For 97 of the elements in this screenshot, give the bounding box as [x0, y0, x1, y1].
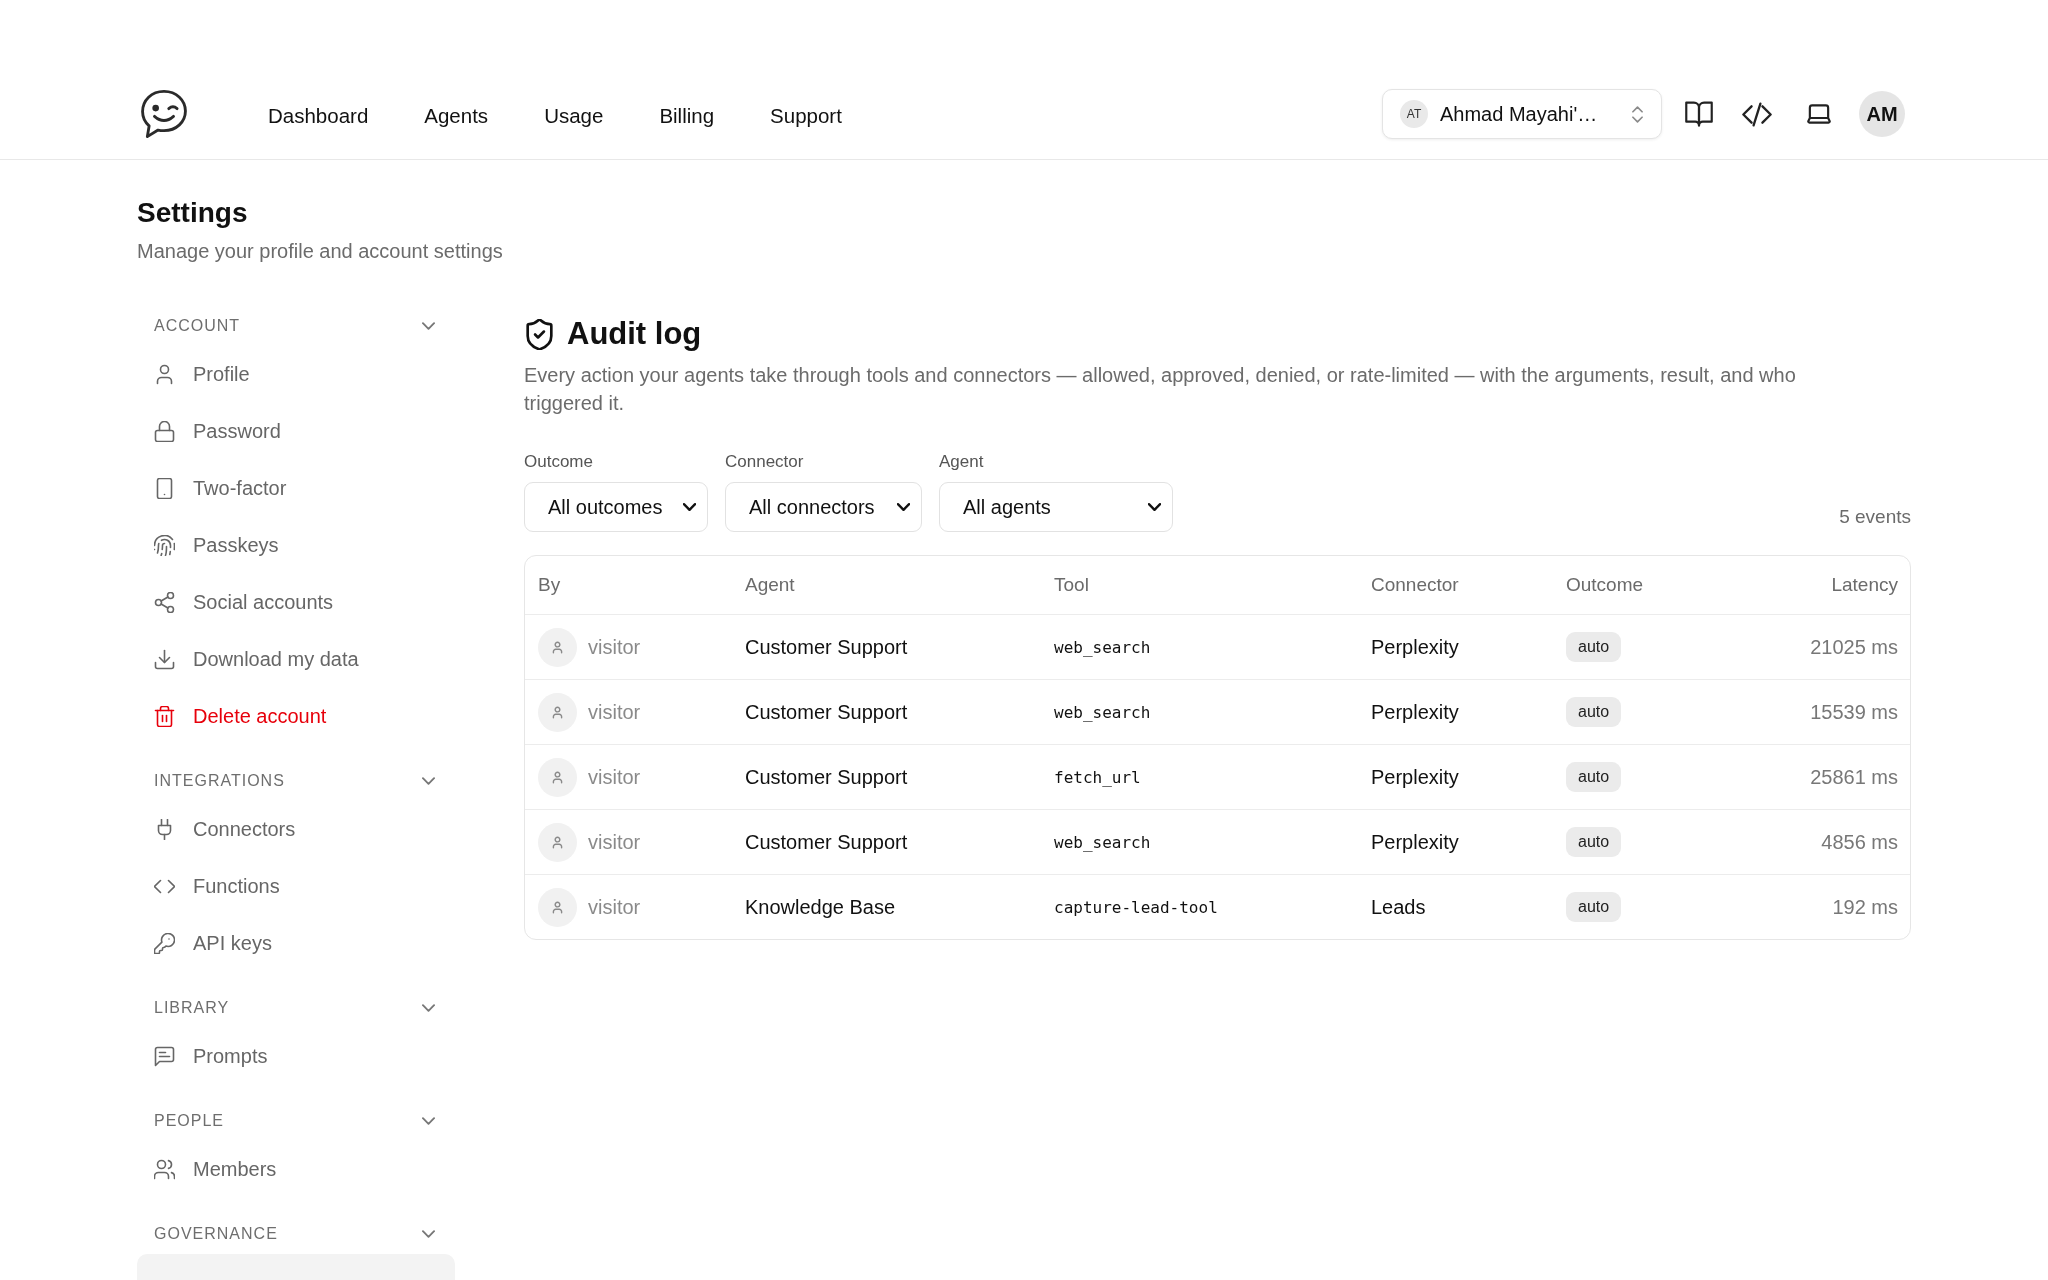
section-toggle[interactable]: LIBRARY	[137, 996, 455, 1020]
table-cell: Perplexity	[1371, 700, 1459, 724]
workspace-name: Ahmad Mayahi'…	[1440, 102, 1598, 126]
share-icon	[154, 592, 175, 613]
person-avatar-icon	[538, 692, 577, 732]
section-toggle[interactable]: PEOPLE	[137, 1109, 455, 1133]
sidebar-item[interactable]: Connectors	[137, 801, 455, 858]
laptop-icon[interactable]	[1807, 104, 1831, 124]
sidebar-item[interactable]: API keys	[137, 915, 455, 972]
outcome-badge: auto	[1566, 697, 1622, 727]
code-icon[interactable]	[1742, 101, 1772, 127]
chevron-down-icon	[897, 503, 910, 511]
person-avatar-icon	[538, 757, 577, 797]
tool-name: web_search	[1054, 832, 1151, 852]
filter-dropdown[interactable]: All connectors	[725, 482, 922, 532]
actor-name: visitor	[588, 635, 641, 659]
table-cell: Customer Support	[745, 830, 908, 854]
book-icon[interactable]	[1685, 101, 1713, 127]
workspace-switcher[interactable]: AT Ahmad Mayahi'…	[1382, 89, 1662, 139]
tool-name: fetch_url	[1054, 767, 1141, 787]
outcome-badge: auto	[1566, 632, 1622, 662]
nav-link[interactable]: Usage	[544, 104, 604, 128]
sidebar-item[interactable]: Download my data	[137, 631, 455, 688]
chevron-down-icon	[683, 503, 696, 511]
speech-bubble-face-icon[interactable]	[140, 89, 188, 139]
latency-value: 25861 ms	[1810, 765, 1898, 789]
sidebar-item[interactable]: Two-factor	[137, 460, 455, 517]
outcome-badge: auto	[1566, 762, 1622, 792]
table-cell: Customer Support	[745, 700, 908, 724]
chevron-down-icon	[1148, 503, 1161, 511]
table-cell: Knowledge Base	[745, 895, 896, 919]
nav-link[interactable]: Dashboard	[268, 104, 369, 128]
sidebar-item[interactable]: Profile	[137, 346, 455, 403]
table-cell: Leads	[1371, 895, 1426, 919]
section-toggle[interactable]: ACCOUNT	[137, 314, 455, 338]
download-icon	[154, 649, 175, 670]
shield-check-icon	[526, 318, 553, 350]
trash-icon	[154, 706, 175, 727]
page-title: Settings	[137, 196, 248, 230]
fingerprint-icon	[154, 535, 175, 556]
filter-dropdown[interactable]: All outcomes	[524, 482, 708, 532]
person-avatar-icon	[538, 627, 577, 667]
sidebar-item[interactable]: Prompts	[137, 1028, 455, 1085]
column-header: By	[538, 574, 561, 596]
person-avatar-icon	[538, 887, 577, 927]
filter-dropdown[interactable]: All agents	[939, 482, 1173, 532]
section-toggle[interactable]: GOVERNANCE	[137, 1222, 455, 1246]
lock-icon	[154, 421, 175, 442]
message-icon	[154, 1046, 175, 1067]
column-header: Connector	[1371, 574, 1459, 596]
outcome-badge: auto	[1566, 892, 1622, 922]
column-header: Outcome	[1566, 574, 1644, 596]
sidebar-item[interactable]: Members	[137, 1141, 455, 1198]
outcome-badge: auto	[1566, 827, 1622, 857]
latency-value: 4856 ms	[1821, 830, 1898, 854]
phone-icon	[154, 478, 175, 499]
table-cell: Perplexity	[1371, 765, 1459, 789]
column-header: Agent	[745, 574, 795, 596]
chevrons-up-down-icon	[1632, 105, 1643, 123]
sidebar-item[interactable]: Delete account	[137, 688, 455, 745]
page-subtitle: Manage your profile and account settings	[137, 239, 503, 264]
table-cell: Perplexity	[1371, 830, 1459, 854]
column-header: Latency	[1831, 574, 1898, 596]
key-icon	[154, 933, 175, 954]
latency-value: 15539 ms	[1810, 700, 1898, 724]
filter-label: Outcome	[524, 451, 593, 473]
section-description: Every action your agents take through tools and connectors — allowed, approved, denied, or rate-limited — with the arguments, result, and who triggered it.	[524, 363, 1797, 416]
section-title: Audit log	[567, 315, 702, 353]
actor-name: visitor	[588, 830, 641, 854]
user-icon	[154, 364, 175, 385]
nav-link[interactable]: Support	[770, 104, 842, 128]
table-cell: Customer Support	[745, 765, 908, 789]
tool-name: web_search	[1054, 637, 1151, 657]
users-icon	[154, 1159, 175, 1180]
sidebar-item[interactable]: Password	[137, 403, 455, 460]
sidebar-item[interactable]: Social accounts	[137, 574, 455, 631]
tool-name: capture-lead-tool	[1054, 897, 1218, 917]
tool-name: web_search	[1054, 702, 1151, 722]
nav-link[interactable]: Billing	[659, 104, 715, 128]
latency-value: 21025 ms	[1810, 635, 1898, 659]
column-header: Tool	[1054, 574, 1089, 596]
person-avatar-icon	[538, 822, 577, 862]
section-toggle[interactable]: INTEGRATIONS	[137, 769, 455, 793]
latency-value: 192 ms	[1832, 895, 1898, 919]
actor-name: visitor	[588, 895, 641, 919]
workspace-avatar: AT	[1400, 100, 1428, 128]
table-cell: Perplexity	[1371, 635, 1459, 659]
sidebar-item[interactable]: Functions	[137, 858, 455, 915]
sidebar-item[interactable]: Passkeys	[137, 517, 455, 574]
table-cell: Customer Support	[745, 635, 908, 659]
actor-name: visitor	[588, 700, 641, 724]
actor-name: visitor	[588, 765, 641, 789]
user-avatar[interactable]: AM	[1859, 91, 1905, 137]
filter-label: Agent	[939, 451, 984, 473]
event-count: 5 events	[1839, 506, 1911, 529]
nav-link[interactable]: Agents	[424, 104, 489, 128]
filter-label: Connector	[725, 451, 804, 473]
